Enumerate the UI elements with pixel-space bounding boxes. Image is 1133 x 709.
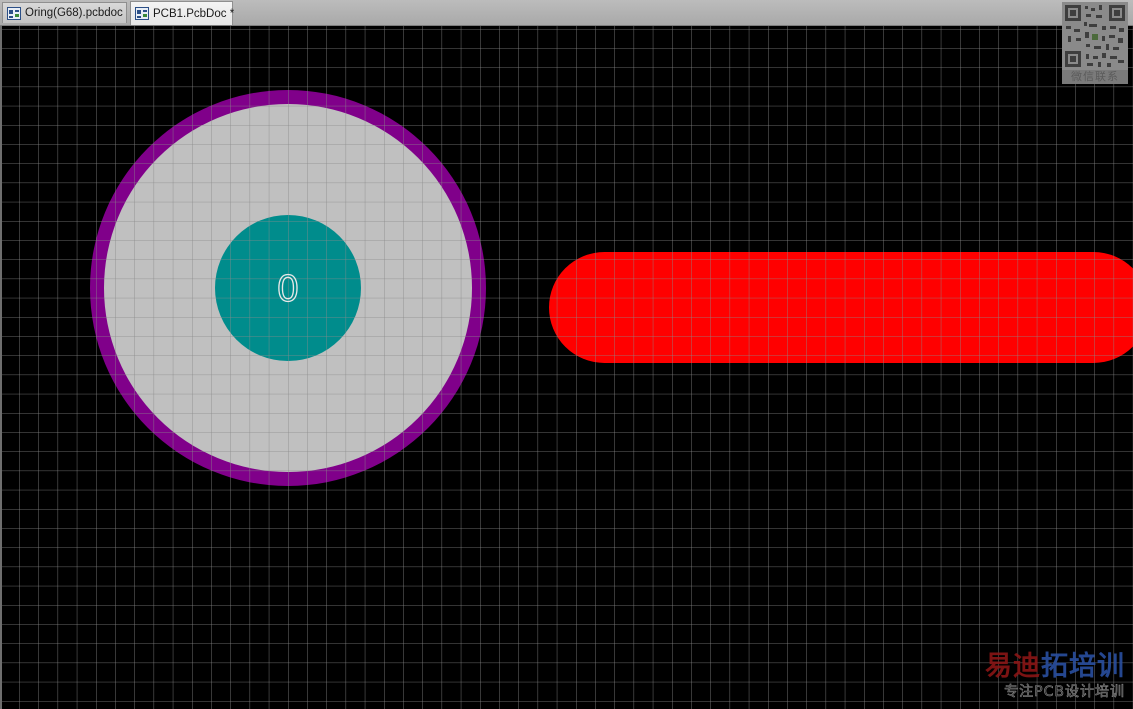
tab-label: PCB1.PcbDoc * [153,7,235,20]
wechat-qr-code: 微信联系 [1062,2,1128,84]
tab-label: Oring(G68).pcbdoc [25,7,123,19]
pad-designator: 0 [277,269,300,310]
qr-code-icon [1062,2,1128,70]
document-tab-bar: Oring(G68).pcbdoc PCB1.PcbDoc * [0,0,1133,26]
pcb-doc-icon [7,6,21,20]
pcb-board-view: 0 [2,26,1133,709]
tab-pcb1-pcbdoc[interactable]: PCB1.PcbDoc * [130,1,235,25]
qr-caption: 微信联系 [1071,70,1119,83]
watermark-logo: 易迪拓培训 专注PCB设计培训 [973,651,1125,703]
grid-overlay [2,26,1133,709]
pcb-editor-canvas[interactable]: 0 [0,26,1133,709]
tab-oring-pcbdoc[interactable]: Oring(G68).pcbdoc [2,2,127,23]
watermark-subtitle: 专注PCB设计培训 [1004,684,1125,701]
pcb-doc-icon [135,7,149,20]
watermark-title: 易迪拓培训 [985,651,1125,682]
